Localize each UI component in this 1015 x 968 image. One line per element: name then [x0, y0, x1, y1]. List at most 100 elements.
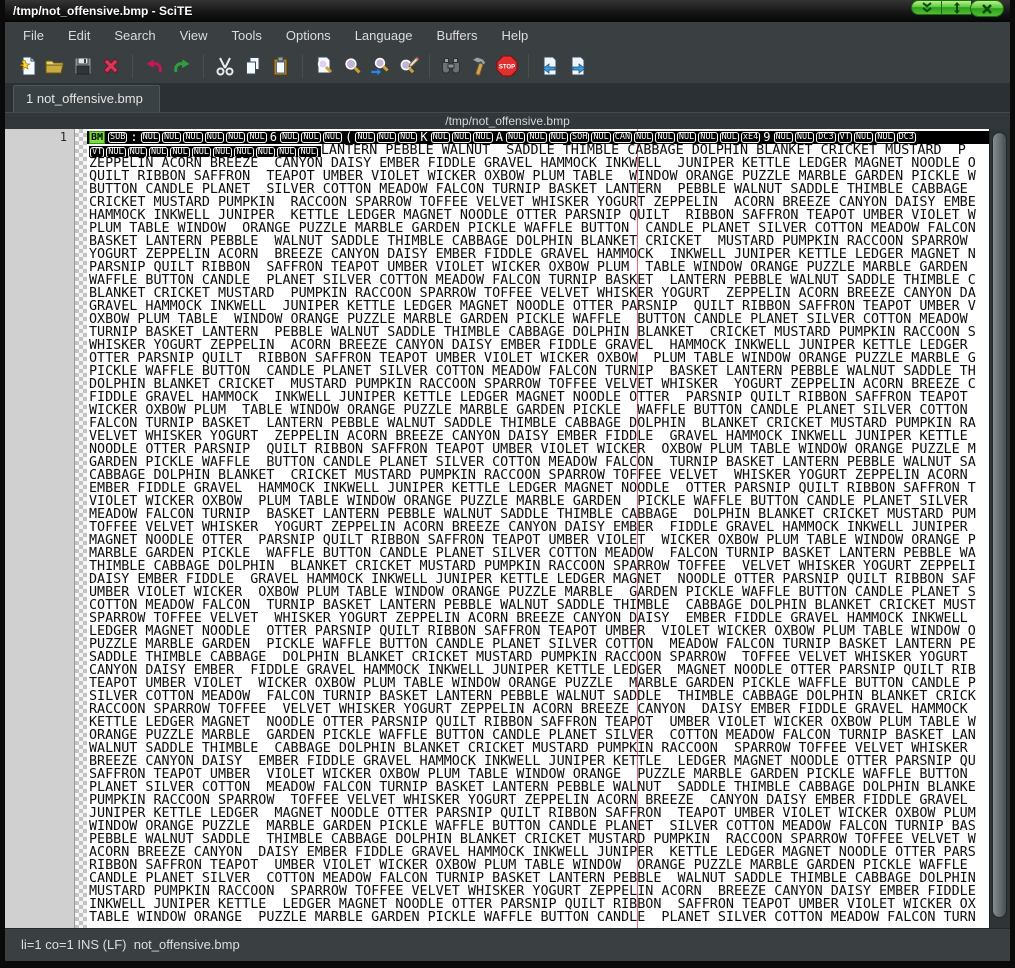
text-row: TEAPOT UMBER VIOLET WICKER OXBOW PLUM TA… [87, 677, 989, 690]
text-row: RACCOON SPARROW TOFFEE VELVET WHISKER YO… [87, 703, 989, 716]
text-row: WHISKER YOGURT ZEPPELIN ACORN BREEZE CAN… [87, 339, 989, 352]
menu-language[interactable]: Language [343, 25, 425, 46]
text-row: WINDOW ORANGE PUZZLE MARBLE GARDEN PICKL… [87, 820, 989, 833]
toolbar-separator [302, 54, 303, 78]
bmp-header-row: BMSUB:NULNULNULNULNULNUL6NULNULNUL(NULNU… [87, 131, 989, 144]
text-row: WAFFLE BUTTON CANDLE PLANET SILVER COTTO… [87, 274, 989, 287]
file-path-header: /tmp/not_offensive.bmp [5, 112, 1010, 129]
maximize-button[interactable] [941, 0, 971, 15]
open-folder-icon [44, 55, 66, 77]
undo-button[interactable] [140, 52, 168, 80]
cut-scissors-icon [214, 55, 236, 77]
text-row: COTTON MEADOW FALCON TURNIP BASKET LANTE… [87, 599, 989, 612]
toolbar-separator [203, 54, 204, 78]
scrollbar-thumb[interactable] [992, 132, 1007, 918]
text-row: CABBAGE DOLPHIN BLANKET CRICKET MUSTARD … [87, 469, 989, 482]
text-row: TURNIP BASKET LANTERN PEBBLE WALNUT SADD… [87, 326, 989, 339]
text-row: DAISY EMBER FIDDLE GRAVEL HAMMOCK INKWEL… [87, 573, 989, 586]
tab-not-offensive-bmp[interactable]: 1 not_offensive.bmp [13, 85, 160, 112]
menu-buffers[interactable]: Buffers [425, 25, 490, 46]
text-row: HAMMOCK INKWELL JUNIPER KETTLE LEDGER MA… [87, 209, 989, 222]
text-row: OXBOW PLUM TABLE WINDOW ORANGE PUZZLE MA… [87, 313, 989, 326]
text-row: KETTLE LEDGER MAGNET NOODLE OTTER PARSNI… [87, 716, 989, 729]
text-area[interactable]: BMSUB:NULNULNULNULNULNUL6NULNULNUL(NULNU… [87, 129, 989, 928]
menu-file[interactable]: File [11, 25, 56, 46]
line-number: 1 [5, 129, 74, 144]
redo-button[interactable] [168, 52, 196, 80]
status-bar: li=1 co=1 INS (LF) not_offensive.bmp [5, 928, 1010, 961]
toolbar-separator [429, 54, 430, 78]
selection-margin [75, 129, 87, 928]
vertical-scrollbar[interactable] [989, 129, 1010, 928]
text-row: UMBER VIOLET WICKER OXBOW PLUM TABLE WIN… [87, 586, 989, 599]
replace-button[interactable] [394, 52, 422, 80]
text-row: SPARROW TOFFEE VELVET WHISKER YOGURT ZEP… [87, 612, 989, 625]
text-row: NOODLE OTTER PARSNIP QUILT RIBBON SAFFRO… [87, 443, 989, 456]
text-row: GARDEN PICKLE WAFFLE BUTTON CANDLE PLANE… [87, 456, 989, 469]
save-file-button[interactable] [69, 52, 97, 80]
close-file-button[interactable] [97, 52, 125, 80]
paste-clipboard-icon [270, 55, 292, 77]
menu-search[interactable]: Search [102, 25, 167, 46]
build-button[interactable] [465, 52, 493, 80]
find-in-files-button[interactable] [437, 52, 465, 80]
text-row: WALNUT SADDLE THIMBLE CABBAGE DOLPHIN BL… [87, 742, 989, 755]
close-button[interactable] [970, 0, 1004, 17]
text-row: JUNIPER KETTLE LEDGER MAGNET NOODLE OTTE… [87, 807, 989, 820]
text-row: ZEPPELIN ACORN BREEZE CANYON DAISY EMBER… [87, 157, 989, 170]
text-row: FALCON TURNIP BASKET LANTERN PEBBLE WALN… [87, 417, 989, 430]
text-row: INKWELL JUNIPER KETTLE LEDGER MAGNET NOO… [87, 898, 989, 911]
text-row: YOGURT ZEPPELIN ACORN BREEZE CANYON DAIS… [87, 248, 989, 261]
cut-button[interactable] [211, 52, 239, 80]
scite-window: /tmp/not_offensive.bmp - SciTE File Edit… [0, 0, 1015, 968]
redo-icon [171, 55, 193, 77]
find-next-button[interactable] [366, 52, 394, 80]
find-in-document-button[interactable] [310, 52, 338, 80]
text-row: ORANGE PUZZLE MARBLE GARDEN PICKLE WAFFL… [87, 729, 989, 742]
toolbar-separator [132, 54, 133, 78]
text-row: TOFFEE VELVET WHISKER YOGURT ZEPPELIN AC… [87, 521, 989, 534]
toolbar-separator [528, 54, 529, 78]
hammer-icon [468, 55, 490, 77]
new-file-button[interactable] [13, 52, 41, 80]
text-row: PLUM TABLE WINDOW ORANGE PUZZLE MARBLE G… [87, 222, 989, 235]
previous-buffer-button[interactable] [536, 52, 564, 80]
title-bar[interactable]: /tmp/not_offensive.bmp - SciTE [5, 0, 1010, 22]
menu-options[interactable]: Options [274, 25, 343, 46]
new-file-icon [16, 55, 38, 77]
close-icon [981, 3, 993, 15]
menu-tools[interactable]: Tools [220, 25, 274, 46]
chevron-double-down-icon [920, 2, 934, 13]
editor-pane: 1 BMSUB:NULNULNULNULNULNUL6NULNULNUL(NUL… [5, 129, 1010, 928]
text-row: DOLPHIN BLANKET CRICKET MUSTARD PUMPKIN … [87, 378, 989, 391]
line-number-margin: 1 [5, 129, 75, 928]
text-row: SADDLE THIMBLE CABBAGE DOLPHIN BLANKET C… [87, 651, 989, 664]
shade-button[interactable] [911, 0, 941, 15]
next-buffer-button[interactable] [564, 52, 592, 80]
menu-edit[interactable]: Edit [56, 25, 102, 46]
text-row: GRAVEL HAMMOCK INKWELL JUNIPER KETTLE LE… [87, 300, 989, 313]
stop-sign-icon: STOP [495, 54, 519, 78]
text-row: PLANET SILVER COTTON MEADOW FALCON TURNI… [87, 781, 989, 794]
text-row: ACORN BREEZE CANYON DAISY EMBER FIDDLE G… [87, 846, 989, 859]
open-file-button[interactable] [41, 52, 69, 80]
paste-button[interactable] [267, 52, 295, 80]
copy-button[interactable] [239, 52, 267, 80]
text-row: CANDLE PLANET SILVER COTTON MEADOW FALCO… [87, 872, 989, 885]
text-row: PICKLE WAFFLE BUTTON CANDLE PLANET SILVE… [87, 365, 989, 378]
text-row: CANYON DAISY EMBER FIDDLE GRAVEL HAMMOCK… [87, 664, 989, 677]
find-button[interactable] [338, 52, 366, 80]
text-row: THIMBLE CABBAGE DOLPHIN BLANKET CRICKET … [87, 560, 989, 573]
text-row: QUILT RIBBON SAFFRON TEAPOT UMBER VIOLET… [87, 170, 989, 183]
text-row: BUTTON CANDLE PLANET SILVER COTTON MEADO… [87, 183, 989, 196]
text-row: OTTER PARSNIP QUILT RIBBON SAFFRON TEAPO… [87, 352, 989, 365]
text-row: CRICKET MUSTARD PUMPKIN RACCOON SPARROW … [87, 196, 989, 209]
binoculars-icon [440, 55, 462, 77]
text-row: BREEZE CANYON DAISY EMBER FIDDLE GRAVEL … [87, 755, 989, 768]
menu-help[interactable]: Help [489, 25, 540, 46]
text-row: BASKET LANTERN PEBBLE WALNUT SADDLE THIM… [87, 235, 989, 248]
tool-bar: STOP [5, 48, 1010, 84]
menu-view[interactable]: View [168, 25, 220, 46]
stop-executing-button[interactable]: STOP [493, 52, 521, 80]
text-row: MAGNET NOODLE OTTER PARSNIP QUILT RIBBON… [87, 534, 989, 547]
